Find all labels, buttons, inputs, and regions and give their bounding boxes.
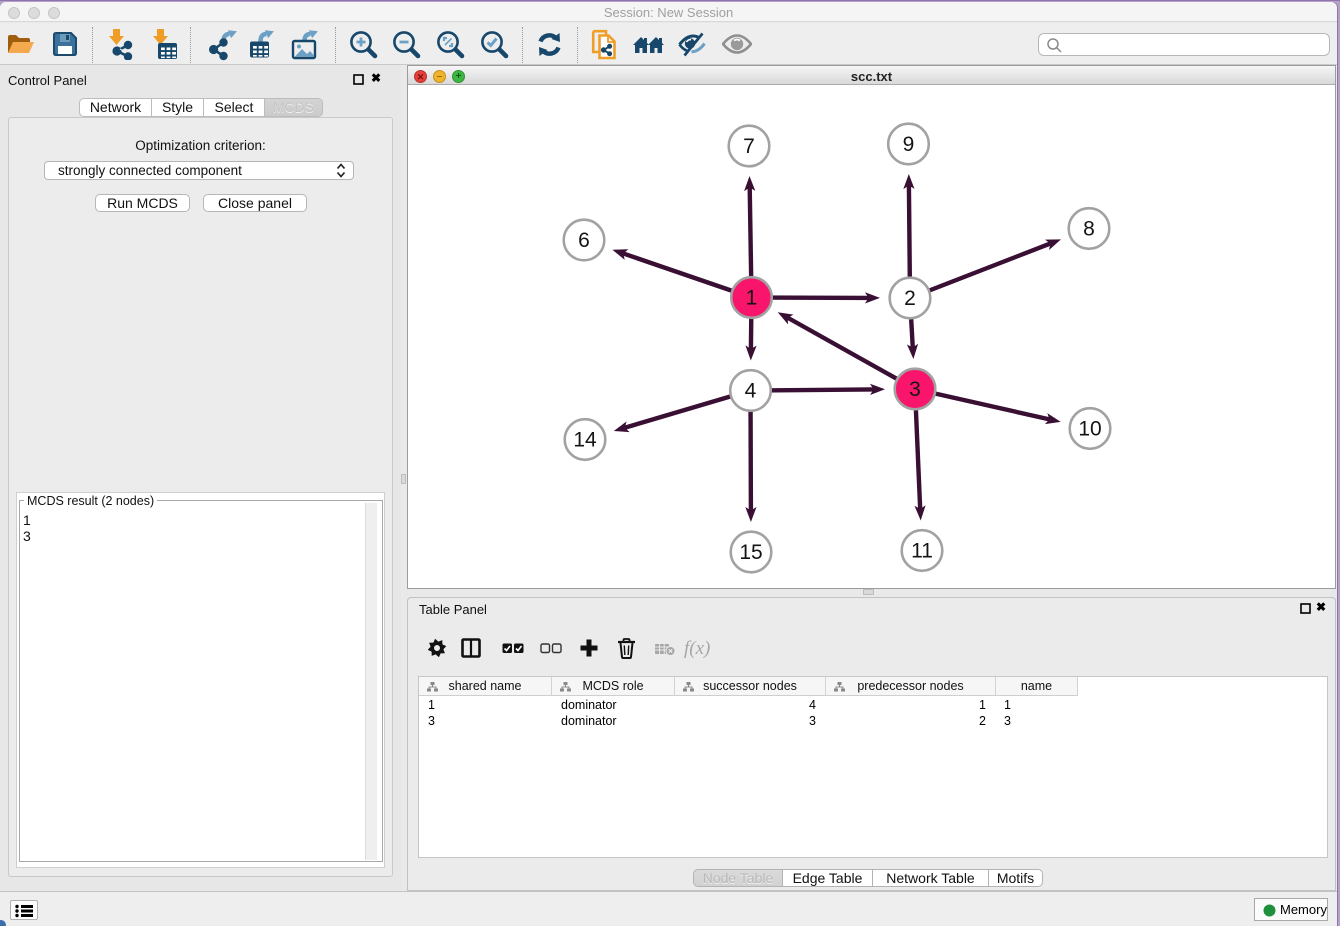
svg-text:11: 11	[911, 540, 933, 563]
svg-text:1: 1	[746, 287, 758, 310]
svg-text:6: 6	[578, 229, 590, 252]
svg-text:9: 9	[903, 133, 915, 156]
svg-text:8: 8	[1083, 218, 1095, 241]
svg-text:10: 10	[1078, 418, 1101, 441]
svg-text:4: 4	[745, 380, 757, 403]
svg-text:3: 3	[909, 378, 921, 401]
svg-text:7: 7	[743, 135, 755, 158]
svg-text:15: 15	[739, 541, 762, 564]
svg-text:2: 2	[904, 287, 916, 310]
svg-text:14: 14	[573, 429, 597, 452]
